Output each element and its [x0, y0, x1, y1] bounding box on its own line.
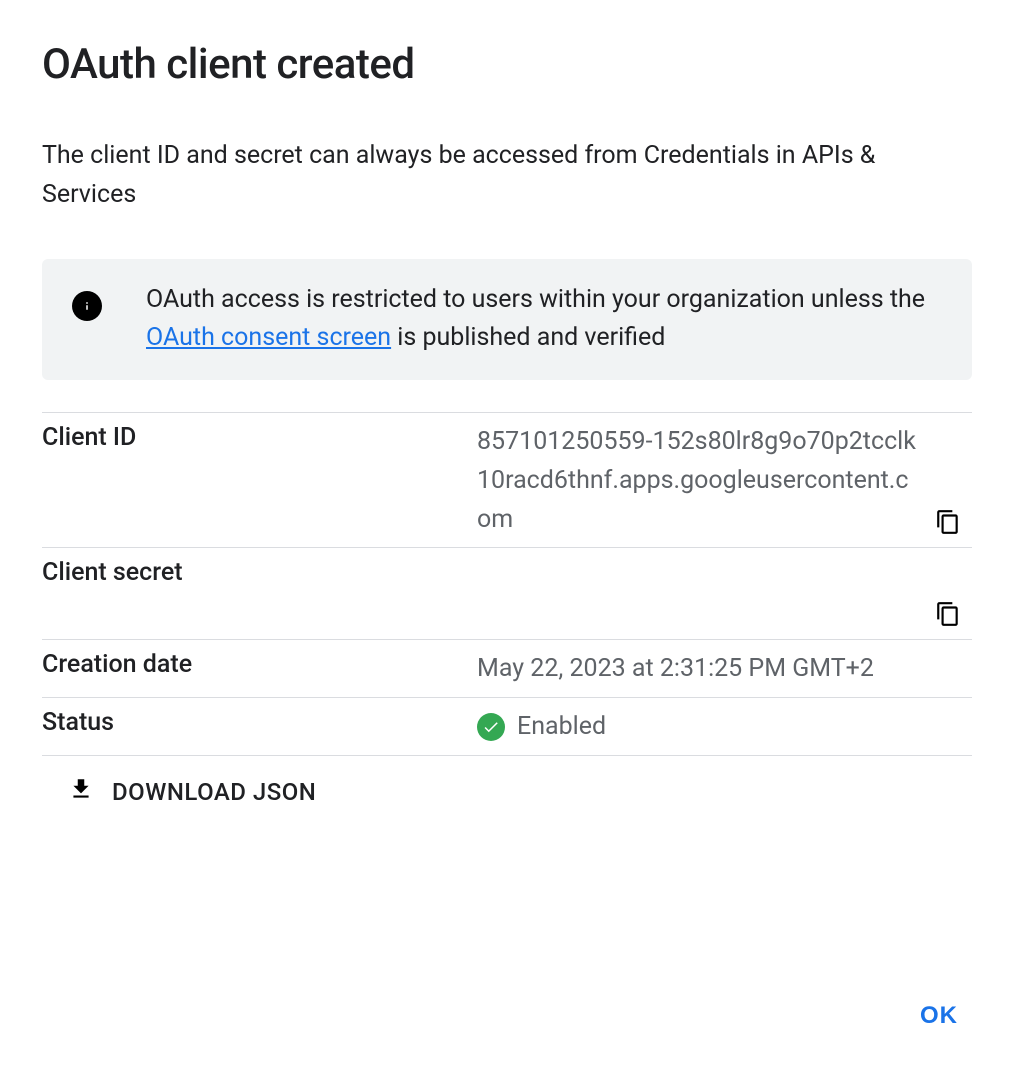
client-secret-row: Client secret	[42, 547, 972, 639]
download-json-button[interactable]: DOWNLOAD JSON	[42, 756, 972, 808]
download-icon	[68, 776, 94, 808]
copy-client-secret-button[interactable]	[932, 599, 964, 631]
creation-date-label: Creation date	[42, 650, 477, 679]
info-text: OAuth access is restricted to users with…	[146, 281, 942, 359]
status-value: Enabled	[517, 708, 606, 747]
info-icon	[72, 291, 102, 321]
dialog-subtitle: The client ID and secret can always be a…	[42, 137, 972, 215]
status-row: Status Enabled	[42, 697, 972, 756]
client-secret-label: Client secret	[42, 558, 477, 587]
dialog-title: OAuth client created	[42, 40, 972, 89]
creation-date-row: Creation date May 22, 2023 at 2:31:25 PM…	[42, 639, 972, 697]
check-circle-icon	[477, 713, 505, 741]
details-table: Client ID 857101250559-152s80lr8g9o70p2t…	[42, 412, 972, 808]
status-label: Status	[42, 708, 477, 737]
copy-icon	[935, 601, 961, 630]
oauth-consent-link[interactable]: OAuth consent screen	[146, 323, 391, 352]
info-text-before: OAuth access is restricted to users with…	[146, 285, 925, 314]
client-id-label: Client ID	[42, 423, 477, 452]
ok-button[interactable]: OK	[908, 994, 970, 1038]
client-id-row: Client ID 857101250559-152s80lr8g9o70p2t…	[42, 412, 972, 547]
copy-icon	[935, 509, 961, 538]
info-text-after: is published and verified	[391, 323, 665, 352]
download-label: DOWNLOAD JSON	[112, 778, 316, 806]
client-id-value: 857101250559-152s80lr8g9o70p2tcclk10racd…	[477, 423, 972, 539]
creation-date-value: May 22, 2023 at 2:31:25 PM GMT+2	[477, 650, 972, 689]
copy-client-id-button[interactable]	[932, 507, 964, 539]
info-banner: OAuth access is restricted to users with…	[42, 259, 972, 381]
